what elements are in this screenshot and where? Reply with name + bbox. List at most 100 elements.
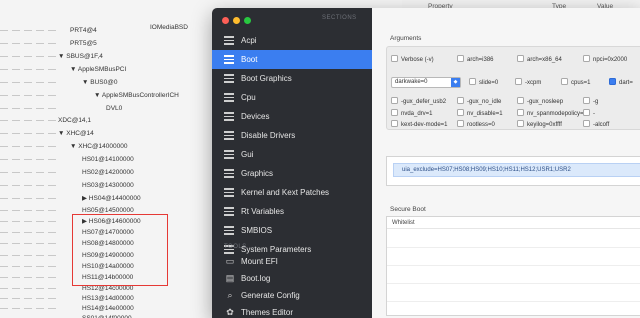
sidebar-item-graphics[interactable]: Graphics bbox=[212, 164, 372, 183]
boot-arg-checkbox[interactable]: slide=0 bbox=[469, 78, 498, 88]
checkbox-icon bbox=[391, 120, 398, 127]
tree-connector-line bbox=[0, 120, 56, 121]
boot-arg-checkbox[interactable]: -alcoff bbox=[583, 120, 609, 130]
checkbox-icon bbox=[517, 97, 524, 104]
checkbox-icon bbox=[391, 97, 398, 104]
boot-arg-checkbox[interactable]: npci=0x2000 bbox=[583, 55, 627, 65]
zoom-window-button[interactable] bbox=[244, 17, 251, 24]
arguments-panel: Verbose (-v) arch=i386 arch=x86_64 npci=0x2… bbox=[386, 46, 640, 130]
boot-arg-checkbox[interactable]: arch=x86_64 bbox=[517, 55, 562, 65]
boot-arg-label: nv_disable=1 bbox=[467, 111, 503, 117]
sidebar-item-label: Cpu bbox=[241, 93, 256, 102]
boot-arg-label: -gux_defer_usb2 bbox=[401, 99, 447, 105]
boot-arg-label: arch=i386 bbox=[467, 57, 494, 63]
boot-arg-checkbox[interactable]: rootless=0 bbox=[457, 120, 495, 130]
tree-connector-line bbox=[0, 198, 56, 199]
boot-arg-checkbox[interactable]: keyilog=0xffff bbox=[517, 120, 562, 130]
checkbox-icon bbox=[517, 55, 524, 62]
sidebar-item-label: Boot bbox=[241, 55, 258, 64]
sidebar-item-boot-graphics[interactable]: Boot Graphics bbox=[212, 69, 372, 88]
sidebar-item-label: Devices bbox=[241, 112, 270, 121]
tree-connector-line bbox=[0, 185, 56, 186]
tool-themes-editor[interactable]: ✿ Themes Editor bbox=[212, 303, 372, 318]
boot-arg-checkbox[interactable]: nvda_drv=1 bbox=[391, 109, 433, 119]
tree-connector-line bbox=[0, 288, 56, 289]
tree-connector-line bbox=[0, 82, 56, 83]
arguments-title: Arguments bbox=[390, 35, 422, 42]
tree-row-label: PRT4@4 bbox=[70, 27, 97, 34]
boot-arg-label: -gux_no_idle bbox=[467, 99, 502, 105]
boot-arg-checkbox[interactable]: -gux_no_idle bbox=[457, 97, 501, 107]
tree-connector-line bbox=[0, 133, 56, 134]
sidebar-item-devices[interactable]: Devices bbox=[212, 107, 372, 126]
close-window-button[interactable] bbox=[222, 17, 229, 24]
chevron-updown-icon: ◆ bbox=[451, 78, 460, 87]
boot-arg-checkbox[interactable]: cpus=1 bbox=[561, 78, 591, 88]
tree-row[interactable]: ▼ XHC@14 bbox=[0, 128, 240, 139]
boot-arg-label: nvda_drv=1 bbox=[401, 111, 433, 117]
boot-arg-checkbox[interactable]: -gux_nosleep bbox=[517, 97, 563, 107]
tree-row[interactable]: SS01@14f00000 bbox=[0, 313, 240, 318]
boot-arg-label: kext-dev-mode=1 bbox=[401, 122, 448, 128]
tree-row[interactable]: ▼ AppleSMBusControllerICH bbox=[0, 90, 240, 101]
tree-row[interactable]: ▼ XHC@14000000 bbox=[0, 141, 240, 152]
darkwake-popup[interactable]: darkwake=0 ◆ bbox=[391, 77, 461, 88]
boot-arg-checkbox[interactable]: -gux_defer_usb2 bbox=[391, 97, 446, 107]
tree-connector-line bbox=[0, 255, 56, 256]
list-icon bbox=[224, 55, 234, 64]
checkbox-icon bbox=[583, 120, 590, 127]
secure-boot-whitelist-table: Whitelist bbox=[386, 216, 640, 316]
boot-arg-checkbox[interactable]: Verbose (-v) bbox=[391, 55, 434, 65]
boot-arg-label: npci=0x2000 bbox=[593, 57, 628, 63]
sidebar-item-smbios[interactable]: SMBIOS bbox=[212, 221, 372, 240]
table-row-divider bbox=[387, 247, 640, 248]
sidebar: SECTIONS Acpi Boot Boot Graphics Cpu Devices… bbox=[212, 8, 372, 318]
boot-arg-label: -g bbox=[593, 99, 599, 105]
boot-arg-checkbox[interactable]: -g bbox=[583, 97, 598, 107]
tree-connector-line bbox=[0, 277, 56, 278]
tree-row[interactable]: DVL0 bbox=[0, 103, 240, 114]
sidebar-item-rt-variables[interactable]: Rt Variables bbox=[212, 202, 372, 221]
custom-boot-args-field[interactable]: uia_exclude=HS07;HS08;HS09;HS10;HS11;HS1… bbox=[386, 156, 640, 186]
sidebar-item-gui[interactable]: Gui bbox=[212, 145, 372, 164]
tree-row[interactable]: HS01@14100000 bbox=[0, 154, 240, 165]
checkbox-icon bbox=[583, 97, 590, 104]
tree-row[interactable]: PRT4@4 bbox=[0, 25, 240, 36]
tree-row-label: ▼ XHC@14000000 bbox=[70, 143, 128, 150]
tree-row[interactable]: PRT5@5 bbox=[0, 38, 240, 49]
boot-arg-checkbox[interactable]: dart= bbox=[609, 78, 633, 88]
boot-arg-label: nv_spanmodepolicy=1 bbox=[527, 111, 587, 117]
tree-row[interactable]: ▼ SBUS@1F,4 bbox=[0, 51, 240, 62]
tree-row-label: DVL0 bbox=[106, 105, 123, 112]
tree-row-label: ▶ HS04@14400000 bbox=[82, 195, 141, 202]
tree-connector-line bbox=[0, 210, 56, 211]
minimize-window-button[interactable] bbox=[233, 17, 240, 24]
tree-connector-line bbox=[0, 43, 56, 44]
boot-pane: Arguments Verbose (-v) arch=i386 arch=x86_… bbox=[372, 8, 640, 318]
tree-row[interactable]: HS02@14200000 bbox=[0, 167, 240, 178]
sidebar-item-kernel-and-kext-patches[interactable]: Kernel and Kext Patches bbox=[212, 183, 372, 202]
tree-connector-line bbox=[0, 56, 56, 57]
table-row-divider bbox=[387, 301, 640, 302]
boot-arg-label: arch=x86_64 bbox=[527, 57, 562, 63]
sidebar-item-label: Disable Drivers bbox=[241, 131, 296, 140]
tree-row[interactable]: XDC@14,1 bbox=[0, 115, 240, 126]
boot-arg-checkbox[interactable]: - bbox=[583, 109, 595, 119]
boot-arg-checkbox[interactable]: nv_spanmodepolicy=1 bbox=[517, 109, 587, 119]
tree-row[interactable]: HS03@14300000 bbox=[0, 180, 240, 191]
tree-row[interactable]: ▼ BUS0@0 bbox=[0, 77, 240, 88]
table-row-divider bbox=[387, 265, 640, 266]
sidebar-item-disable-drivers[interactable]: Disable Drivers bbox=[212, 126, 372, 145]
boot-arg-checkbox[interactable]: kext-dev-mode=1 bbox=[391, 120, 448, 130]
boot-arg-checkbox[interactable]: arch=i386 bbox=[457, 55, 494, 65]
sidebar-item-cpu[interactable]: Cpu bbox=[212, 88, 372, 107]
boot-arg-checkbox[interactable]: -xcpm bbox=[515, 78, 541, 88]
whitelist-header[interactable]: Whitelist bbox=[387, 217, 640, 229]
tree-row[interactable]: ▼ AppleSMBusPCI bbox=[0, 64, 240, 75]
sidebar-item-boot[interactable]: Boot bbox=[212, 50, 372, 69]
list-icon bbox=[224, 207, 234, 216]
tree-row[interactable]: ▶ HS04@14400000 bbox=[0, 193, 240, 204]
sidebar-item-acpi[interactable]: Acpi bbox=[212, 31, 372, 50]
checkbox-icon bbox=[457, 109, 464, 116]
boot-arg-checkbox[interactable]: nv_disable=1 bbox=[457, 109, 503, 119]
